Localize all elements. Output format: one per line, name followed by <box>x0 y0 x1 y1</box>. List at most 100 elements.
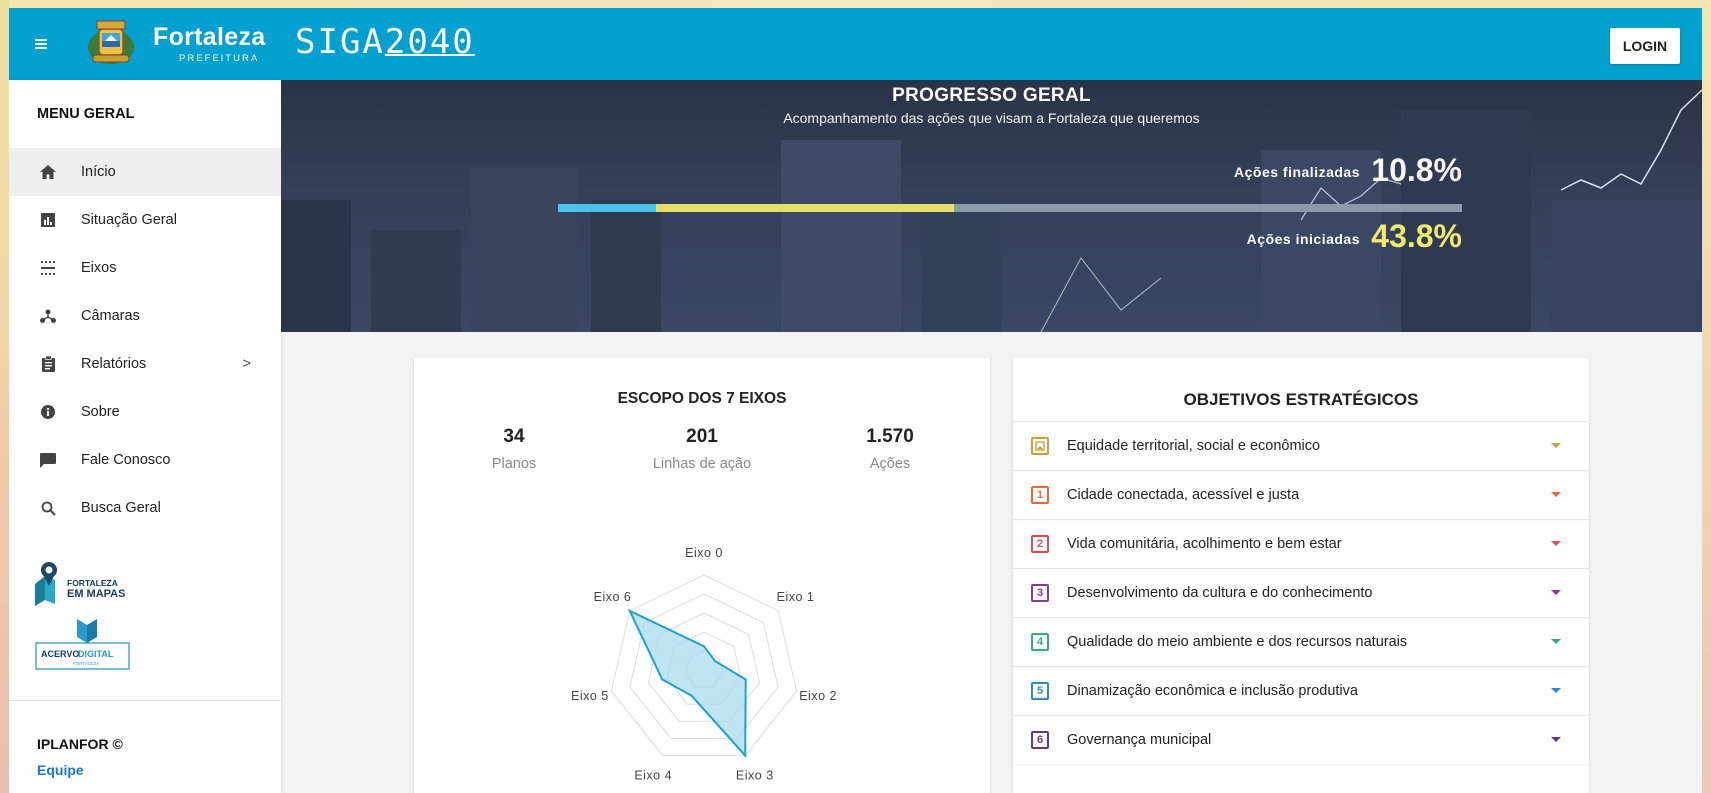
sidebar-item-camaras[interactable]: Câmaras <box>9 292 281 340</box>
search-icon <box>40 500 56 516</box>
stat-label: Planos <box>491 456 537 472</box>
siga-2040-logo[interactable]: SIGA2040 <box>295 22 475 62</box>
objectives-list: Equidade territorial, social e econômico… <box>1013 421 1589 764</box>
radar-axis-label: Eixo 6 <box>594 590 632 604</box>
sidebar-item-label: Câmaras <box>81 308 140 324</box>
app-window: Fortaleza PREFEITURA SIGA2040 LOGIN MENU… <box>9 8 1702 793</box>
objective-label: Cidade conectada, acessível e justa <box>1067 487 1300 503</box>
objective-item[interactable]: Equidade territorial, social e econômico <box>1013 421 1589 470</box>
objective-label: Qualidade do meio ambiente e dos recurso… <box>1067 634 1408 650</box>
hero-subtitle: Acompanhamento das ações que visam a For… <box>783 110 1200 126</box>
stat-label: Linhas de ação <box>652 456 752 472</box>
stat-value: 201 <box>686 426 718 447</box>
menu-list: Início Situação Geral Eixos Câmaras Rela… <box>9 148 281 532</box>
objectives-title: OBJETIVOS ESTRATÉGICOS <box>1183 390 1419 409</box>
footer-team-link[interactable]: Equipe <box>37 762 84 778</box>
sidebar-item-label: Início <box>81 164 116 180</box>
mapas-logo-line2: EM MAPAS <box>67 588 125 600</box>
acervo-digital-logo[interactable]: ACERVO DIGITAL FORTALEZA <box>33 615 143 673</box>
sidebar-divider <box>9 700 281 701</box>
top-bar: Fortaleza PREFEITURA SIGA2040 LOGIN <box>9 8 1702 80</box>
hero-title: PROGRESSO GERAL <box>892 85 1091 106</box>
footer-credit: IPLANFOR © <box>37 736 123 752</box>
chevron-right-icon: > <box>242 355 251 372</box>
menu-title: MENU GERAL <box>37 106 135 122</box>
objective-number-icon: 1 <box>1031 486 1049 504</box>
caret-down-icon[interactable] <box>1551 639 1561 644</box>
sidebar-item-fale-conosco[interactable]: Fale Conosco <box>9 436 281 484</box>
radar-axis-label: Eixo 1 <box>777 590 815 604</box>
desktop-frame-right <box>1702 0 1711 793</box>
objective-item[interactable]: 3 Desenvolvimento da cultura e do conheci… <box>1013 568 1589 617</box>
objective-item[interactable]: 5 Dinamização econômica e inclusão produt… <box>1013 666 1589 715</box>
objective-item[interactable]: 2 Vida comunitária, acolhimento e bem est… <box>1013 519 1589 568</box>
sidebar-item-sobre[interactable]: Sobre <box>9 388 281 436</box>
started-actions-label: Ações iniciadas <box>1246 231 1360 247</box>
objective-label: Dinamização econômica e inclusão produti… <box>1067 683 1358 699</box>
acervo-logo-part-a: ACERVO <box>41 649 79 659</box>
city-emblem-icon[interactable] <box>85 17 137 69</box>
caret-down-icon[interactable] <box>1551 492 1561 497</box>
objective-label: Governança municipal <box>1067 732 1212 748</box>
acervo-logo-part-b: DIGITAL <box>78 649 114 659</box>
objective-number-icon: 5 <box>1031 682 1049 700</box>
scope-card: ESCOPO DOS 7 EIXOS 34 Planos 201 Linhas … <box>414 358 990 793</box>
fortaleza-em-mapas-logo[interactable]: FORTALEZA EM MAPAS <box>33 558 143 610</box>
desktop-frame-top <box>0 0 1711 8</box>
radar-axis-label: Eixo 2 <box>799 689 837 703</box>
started-actions-value: 43.8% <box>1371 218 1462 254</box>
finished-actions-value: 10.8% <box>1371 152 1462 188</box>
objective-label: Equidade territorial, social e econômico <box>1067 438 1321 454</box>
objective-item[interactable]: 4 Qualidade do meio ambiente e dos recurs… <box>1013 617 1589 666</box>
radar-data-polygon <box>627 608 747 759</box>
objective-number-icon <box>1031 437 1049 455</box>
caret-down-icon[interactable] <box>1551 590 1561 595</box>
caret-down-icon[interactable] <box>1551 541 1561 546</box>
radar-axis-label: Eixo 0 <box>685 546 723 560</box>
hamburger-menu-icon[interactable] <box>33 36 55 52</box>
siga-logo-year: 2040 <box>384 22 475 62</box>
brand-name: Fortaleza <box>153 23 266 51</box>
caret-down-icon[interactable] <box>1551 443 1561 448</box>
login-button[interactable]: LOGIN <box>1610 28 1680 64</box>
radar-axis-label: Eixo 4 <box>634 768 672 782</box>
sidebar: MENU GERAL Início Situação Geral Eixos C… <box>9 80 281 793</box>
desktop-frame-left <box>0 0 9 793</box>
stat-value: 1.570 <box>866 426 914 447</box>
axes-icon <box>40 260 56 276</box>
objective-number-icon: 4 <box>1031 633 1049 651</box>
objectives-card: OBJETIVOS ESTRATÉGICOS Equidade territor… <box>1013 358 1589 793</box>
radar-chart: Eixo 0 Eixo 1 Eixo 2 Eixo 3 Eixo 4 Eixo 5 Eixo… <box>571 546 837 782</box>
stat-planos: 34 Planos <box>434 426 594 472</box>
siga-logo-text: SIGA <box>295 22 385 62</box>
objective-number-icon: 3 <box>1031 584 1049 602</box>
radar-axis-label: Eixo 3 <box>736 768 774 782</box>
sidebar-item-inicio[interactable]: Início <box>9 148 281 196</box>
overall-progress-bar <box>558 204 1462 212</box>
sidebar-item-label: Busca Geral <box>81 500 161 516</box>
stat-acoes: 1.570 Ações <box>810 426 970 472</box>
sidebar-item-relatorios[interactable]: Relatórios > <box>9 340 281 388</box>
chat-icon <box>40 452 56 468</box>
objective-item[interactable]: 1 Cidade conectada, acessível e justa <box>1013 470 1589 519</box>
bar-chart-icon <box>40 212 56 228</box>
objective-label: Desenvolvimento da cultura e do conhecim… <box>1067 585 1373 601</box>
stat-linhas-de-acao: 201 Linhas de ação <box>622 426 782 472</box>
objective-number-icon: 2 <box>1031 535 1049 553</box>
caret-down-icon[interactable] <box>1551 688 1561 693</box>
scope-title: ESCOPO DOS 7 EIXOS <box>617 390 787 407</box>
brand-subtitle: PREFEITURA <box>179 53 260 64</box>
objective-label: Vida comunitária, acolhimento e bem esta… <box>1067 536 1342 552</box>
sidebar-item-label: Relatórios <box>81 356 147 372</box>
sidebar-item-label: Eixos <box>81 260 117 276</box>
objective-item[interactable]: 6 Governança municipal <box>1013 715 1589 764</box>
objective-number-icon: 6 <box>1031 731 1049 749</box>
info-icon <box>40 404 56 420</box>
finished-actions-label: Ações finalizadas <box>1234 164 1360 180</box>
caret-down-icon[interactable] <box>1551 737 1561 742</box>
sidebar-item-busca-geral[interactable]: Busca Geral <box>9 484 281 532</box>
mapas-logo-line1: FORTALEZA <box>67 578 118 588</box>
sidebar-item-eixos[interactable]: Eixos <box>9 244 281 292</box>
home-icon <box>40 164 56 180</box>
sidebar-item-situacao-geral[interactable]: Situação Geral <box>9 196 281 244</box>
